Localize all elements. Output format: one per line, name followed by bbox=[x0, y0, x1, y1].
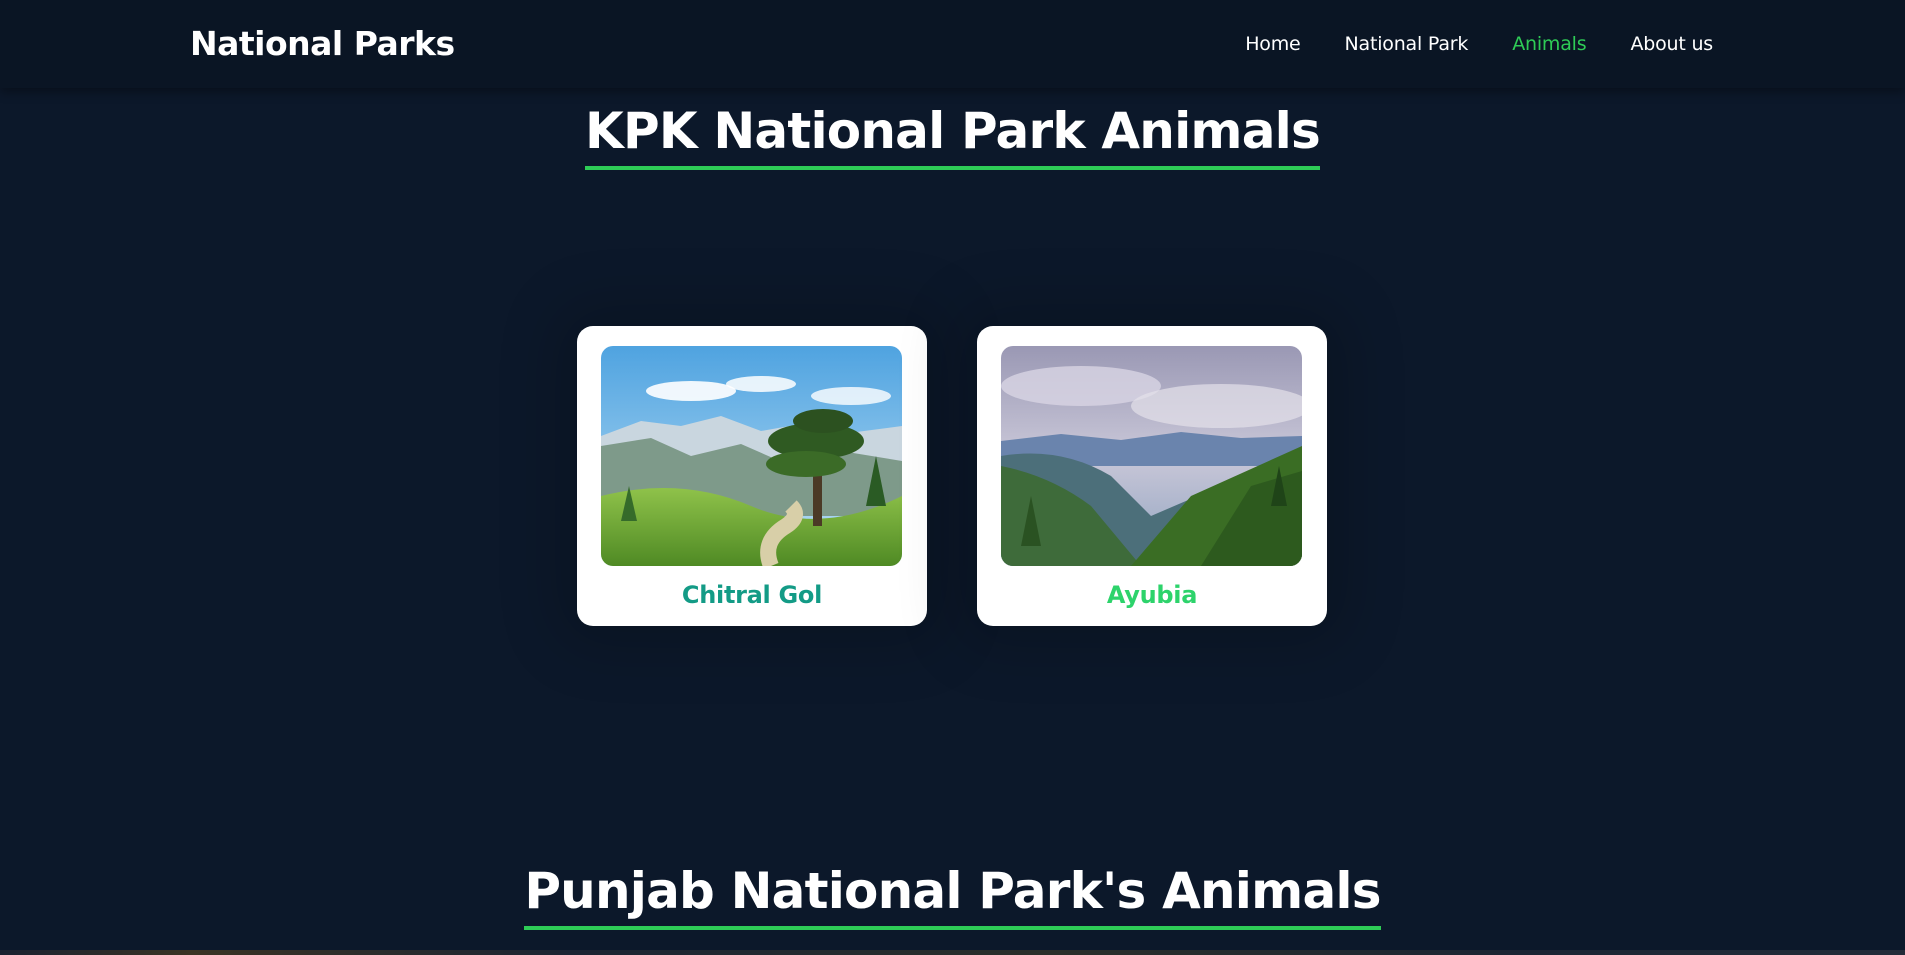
nav-link-home[interactable]: Home bbox=[1245, 33, 1301, 55]
nav-links: Home National Park Animals About us bbox=[1245, 33, 1713, 55]
tree-mountain-path-photo bbox=[601, 346, 902, 566]
kpk-section-title: KPK National Park Animals bbox=[0, 102, 1905, 170]
nav-link-national-park[interactable]: National Park bbox=[1345, 33, 1469, 55]
kpk-park-cards: Chitral Gol Ayubia bbox=[577, 326, 1327, 626]
nav-link-about-us[interactable]: About us bbox=[1630, 33, 1713, 55]
punjab-section-title-text: Punjab National Park's Animals bbox=[524, 862, 1381, 930]
navbar: National Parks Home National Park Animal… bbox=[0, 0, 1905, 88]
kpk-section-title-text: KPK National Park Animals bbox=[585, 102, 1321, 170]
card-title-chitral-gol: Chitral Gol bbox=[681, 581, 823, 609]
park-card-chitral-gol[interactable]: Chitral Gol bbox=[577, 326, 927, 626]
punjab-section-title: Punjab National Park's Animals bbox=[0, 862, 1905, 930]
card-title-ayubia: Ayubia bbox=[1106, 581, 1198, 609]
page: National Parks Home National Park Animal… bbox=[0, 0, 1905, 955]
park-card-ayubia[interactable]: Ayubia bbox=[977, 326, 1327, 626]
brand-logo[interactable]: National Parks bbox=[190, 24, 455, 63]
nav-link-animals[interactable]: Animals bbox=[1512, 33, 1586, 55]
next-section-images-edge bbox=[0, 950, 1905, 955]
forest-valley-photo bbox=[1001, 346, 1302, 566]
